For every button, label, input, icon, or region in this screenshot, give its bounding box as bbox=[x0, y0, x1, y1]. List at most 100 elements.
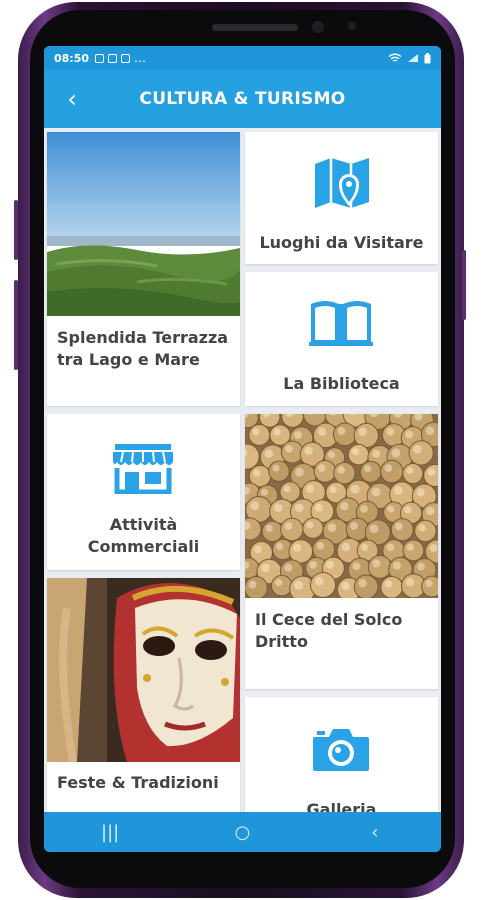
chickpea bbox=[367, 554, 392, 579]
page-title: CULTURA & TURISMO bbox=[139, 89, 346, 109]
phone-side-button bbox=[14, 200, 18, 260]
chickpea bbox=[248, 424, 271, 446]
chickpea-highlight bbox=[360, 505, 368, 513]
recents-button[interactable]: ||| bbox=[90, 822, 130, 843]
chickpea-highlight bbox=[250, 501, 260, 511]
chickpea-highlight bbox=[429, 543, 438, 553]
chickpea-highlight bbox=[372, 449, 381, 458]
more-notifications-icon: … bbox=[134, 51, 148, 65]
chickpea-highlight bbox=[350, 484, 360, 494]
chickpea-highlight bbox=[358, 427, 367, 437]
chickpea-highlight bbox=[337, 466, 345, 474]
chickpea-highlight bbox=[418, 524, 426, 532]
tile-label: Luoghi da Visitare bbox=[259, 233, 424, 252]
wifi-icon bbox=[388, 53, 402, 62]
chickpea-highlight bbox=[372, 559, 381, 568]
back-button[interactable]: ‹ bbox=[58, 84, 86, 114]
chickpeas-photo bbox=[245, 414, 438, 598]
chickpea-highlight bbox=[393, 486, 403, 495]
chickpea bbox=[261, 520, 284, 543]
tile-label-line: Il Cece del Solco bbox=[255, 610, 403, 629]
chickpea-highlight bbox=[384, 580, 393, 588]
notification-icons: … bbox=[95, 51, 147, 65]
venetian-mask-photo bbox=[47, 578, 240, 762]
nav-back-button[interactable]: ‹ bbox=[355, 822, 395, 843]
open-book-icon bbox=[309, 301, 373, 346]
chickpea-highlight bbox=[363, 464, 372, 473]
chickpea-highlight bbox=[304, 446, 313, 455]
chickpea-highlight bbox=[386, 543, 395, 552]
chickpea bbox=[313, 459, 337, 483]
chickpea-highlight bbox=[337, 426, 346, 435]
chickpea-highlight bbox=[294, 580, 304, 590]
chickpea-highlight bbox=[341, 542, 351, 552]
chickpea-highlight bbox=[309, 561, 317, 569]
chickpea bbox=[280, 517, 304, 542]
camera-notification-icon bbox=[108, 53, 118, 63]
chickpea-highlight bbox=[395, 522, 403, 531]
chickpea-highlight bbox=[254, 545, 262, 554]
chickpea-highlight bbox=[406, 466, 414, 474]
chickpea-highlight bbox=[294, 430, 303, 439]
chickpea-highlight bbox=[316, 541, 325, 550]
chickpea-highlight bbox=[327, 523, 337, 532]
instagram-notification-icon bbox=[121, 53, 131, 63]
home-button[interactable]: ○ bbox=[222, 822, 262, 843]
chickpea-highlight bbox=[276, 542, 284, 550]
status-right-icons bbox=[388, 52, 431, 64]
tile-splendida-terrazza[interactable]: Splendida Terrazza tra Lago e Mare bbox=[47, 132, 240, 406]
chickpea-highlight bbox=[253, 469, 261, 477]
phone-side-button bbox=[14, 280, 18, 370]
signal-icon bbox=[408, 54, 418, 62]
chickpea bbox=[309, 571, 337, 598]
shop-icon bbox=[113, 444, 173, 494]
chickpea-highlight bbox=[284, 563, 293, 572]
chickpea-highlight bbox=[340, 502, 349, 511]
chickpea-highlight bbox=[284, 522, 293, 531]
front-camera bbox=[312, 21, 324, 33]
chickpea-highlight bbox=[391, 448, 401, 458]
chickpea-highlight bbox=[314, 576, 324, 586]
status-time: 08:50 bbox=[54, 51, 90, 65]
sensor-dot bbox=[348, 22, 356, 30]
tile-label: Il Cece del Solco Dritto bbox=[255, 609, 430, 653]
chickpea bbox=[414, 519, 437, 543]
tile-attivita-commerciali[interactable]: Attività Commerciali bbox=[47, 414, 240, 570]
chickpea bbox=[353, 574, 379, 598]
chickpea-highlight bbox=[272, 464, 280, 472]
chickpea bbox=[402, 462, 424, 485]
chickpea-highlight bbox=[248, 580, 257, 589]
tile-cece-del-solco-dritto[interactable]: Il Cece del Solco Dritto bbox=[245, 414, 438, 689]
chickpea bbox=[380, 575, 404, 598]
app-bar: ‹ CULTURA & TURISMO bbox=[44, 70, 441, 128]
chickpea-highlight bbox=[392, 561, 402, 570]
tile-luoghi-da-visitare[interactable]: Luoghi da Visitare bbox=[245, 132, 438, 264]
phone-screen: 08:50 … ‹ CULTURA & TURISMO Splendida Te… bbox=[44, 46, 441, 852]
tile-label-line: tra Lago e Mare bbox=[57, 350, 200, 369]
system-nav-bar: ||| ○ ‹ bbox=[44, 812, 441, 852]
chickpea-highlight bbox=[328, 451, 336, 459]
chickpea-highlight bbox=[341, 581, 350, 591]
chickpea-highlight bbox=[273, 428, 281, 436]
chickpea-highlight bbox=[317, 464, 326, 472]
tile-label-line: Attività bbox=[109, 515, 178, 534]
tile-label: Feste & Tradizioni bbox=[57, 773, 219, 792]
chickpea bbox=[390, 518, 414, 542]
chickpea-highlight bbox=[350, 522, 358, 530]
tile-label-line: Commerciali bbox=[87, 537, 200, 556]
tile-label: Attività Commerciali bbox=[47, 514, 240, 558]
chickpea-highlight bbox=[413, 445, 422, 454]
chickpea-highlight bbox=[386, 427, 395, 436]
chickpea bbox=[347, 443, 370, 466]
chickpea-highlight bbox=[265, 524, 273, 532]
tile-la-biblioteca[interactable]: La Biblioteca bbox=[245, 272, 438, 406]
chickpea-highlight bbox=[406, 543, 414, 551]
tile-feste-e-tradizioni[interactable]: Feste & Tradizioni bbox=[47, 578, 240, 828]
map-pin-icon bbox=[315, 158, 369, 208]
chickpea-highlight bbox=[384, 464, 393, 473]
status-bar: 08:50 … bbox=[44, 46, 441, 70]
chickpea-highlight bbox=[329, 485, 337, 494]
chickpea-highlight bbox=[387, 505, 395, 513]
chickpea bbox=[302, 517, 324, 539]
landscape-photo bbox=[47, 132, 240, 316]
